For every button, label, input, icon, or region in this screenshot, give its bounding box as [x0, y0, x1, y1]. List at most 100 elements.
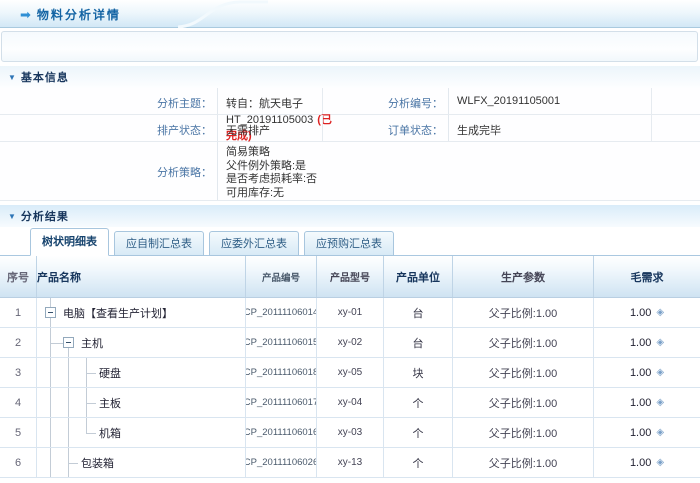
product-name: 硬盘 — [99, 365, 121, 381]
tree-connector-line — [51, 343, 63, 344]
product-code: CP_20111106014 — [246, 298, 317, 327]
column-header: 序号 — [0, 256, 37, 297]
basic-section-header[interactable]: ▼ 基本信息 — [0, 66, 700, 88]
production-param: 父子比例:1.00 — [453, 328, 594, 357]
titlebar-curve-decoration — [178, 0, 268, 28]
product-unit: 个 — [384, 418, 453, 447]
gross-demand-cell: 1.00 ◈ — [594, 298, 700, 327]
collapse-icon[interactable]: ▼ — [8, 212, 16, 221]
column-header: 产品编号 — [246, 256, 317, 297]
demand-detail-icon[interactable]: ◈ — [656, 457, 664, 468]
table-row: 1电脑【查看生产计划】CP_20111106014xy-01台父子比例:1.00… — [0, 298, 700, 328]
row-seq: 5 — [0, 418, 37, 447]
row-seq: 1 — [0, 298, 37, 327]
tree-guide-line — [50, 358, 51, 387]
form-row-subject: 分析主题： 转自：航天电子HT_20191105003(已完成) 分析编号： W… — [0, 88, 700, 115]
table-row: 4 主板 CP_20111106017xy-04个父子比例:1.00 1.00 ◈ — [0, 388, 700, 418]
row-seq: 4 — [0, 388, 37, 417]
analysis-no-value: WLFX_20191105001 — [449, 88, 652, 114]
form-row-strategy: 分析策略： 简易策略 父件例外策略:是 是否考虑损耗率:否 可用库存:无 — [0, 142, 700, 201]
collapse-icon[interactable]: ▼ — [8, 73, 16, 82]
tree-guide-line — [68, 388, 69, 417]
results-section-header[interactable]: ▼ 分析结果 — [0, 205, 700, 227]
tree-guide-line — [50, 388, 51, 417]
order-status-value: 生成完毕 — [449, 115, 652, 141]
basic-section-title: 基本信息 — [21, 69, 69, 85]
tree-expand-toggle[interactable] — [45, 307, 56, 318]
column-header: 毛需求 — [594, 256, 700, 297]
tree-guide-line — [68, 358, 69, 387]
column-header: 产品型号 — [317, 256, 384, 297]
form-row-status: 排产状态： 无需排产 订单状态： 生成完毕 — [0, 115, 700, 142]
tab-self-make-summary[interactable]: 应自制汇总表 — [114, 231, 204, 256]
tab-outsource-summary[interactable]: 应委外汇总表 — [209, 231, 299, 256]
demand-detail-icon[interactable]: ◈ — [656, 307, 664, 318]
product-name-cell: 包装箱 — [37, 448, 246, 477]
product-model: xy-05 — [317, 358, 384, 387]
tab-tree-detail[interactable]: 树状明细表 — [30, 228, 109, 256]
column-header: 产品名称 — [37, 256, 246, 297]
product-unit: 个 — [384, 388, 453, 417]
production-param: 父子比例:1.00 — [453, 418, 594, 447]
tab-prepurchase-summary[interactable]: 应预购汇总表 — [304, 231, 394, 256]
product-name-cell: 主机 — [37, 328, 246, 357]
production-param: 父子比例:1.00 — [453, 358, 594, 387]
analysis-results-section: ▼ 分析结果 树状明细表应自制汇总表应委外汇总表应预购汇总表 序号产品名称产品编… — [0, 205, 700, 478]
product-unit: 台 — [384, 298, 453, 327]
table-row: 2主机CP_20111106015xy-02台父子比例:1.001.00◈ — [0, 328, 700, 358]
product-name: 主板 — [99, 395, 121, 411]
subject-label: 分析主题： — [0, 88, 218, 114]
results-tabs: 树状明细表应自制汇总表应委外汇总表应预购汇总表 — [0, 227, 700, 256]
tree-connector-line — [86, 373, 96, 374]
gross-demand-value: 1.00 — [630, 397, 651, 409]
product-name-cell: 主板 — [37, 388, 246, 417]
column-header: 生产参数 — [453, 256, 594, 297]
gross-demand-cell: 1.00 ◈ — [594, 448, 700, 477]
gross-demand-value: 1.00 — [630, 337, 651, 349]
row-seq: 2 — [0, 328, 37, 357]
demand-detail-icon[interactable]: ◈ — [656, 397, 664, 408]
tree-connector-line — [86, 403, 96, 404]
column-header: 产品单位 — [384, 256, 453, 297]
tree-guide-line — [50, 418, 51, 447]
demand-detail-icon[interactable]: ◈ — [656, 337, 664, 348]
tree-expand-toggle[interactable] — [63, 337, 74, 348]
gross-demand-value: 1.00 — [630, 457, 651, 469]
product-name: 包装箱 — [81, 455, 114, 471]
gross-demand-cell: 1.00◈ — [594, 358, 700, 387]
product-model: xy-13 — [317, 448, 384, 477]
title-arrow-icon: ➡ — [20, 8, 31, 22]
tree-guide-line — [68, 418, 69, 447]
tree-connector-line — [86, 418, 87, 433]
demand-detail-icon[interactable]: ◈ — [656, 367, 664, 378]
product-code: CP_20111106026 — [246, 448, 317, 477]
product-code: CP_20111106018 — [246, 358, 317, 387]
strategy-label: 分析策略： — [0, 142, 218, 200]
product-name[interactable]: 电脑【查看生产计划】 — [63, 305, 173, 321]
product-code: CP_20111106017 — [246, 388, 317, 417]
product-unit: 台 — [384, 328, 453, 357]
gross-demand-value: 1.00 — [630, 427, 651, 439]
product-model: xy-03 — [317, 418, 384, 447]
product-model: xy-04 — [317, 388, 384, 417]
product-unit: 个 — [384, 448, 453, 477]
demand-detail-icon[interactable]: ◈ — [656, 427, 664, 438]
production-param: 父子比例:1.00 — [453, 448, 594, 477]
toolbar — [1, 31, 698, 62]
schedule-status-label: 排产状态： — [0, 115, 218, 141]
production-param: 父子比例:1.00 — [453, 298, 594, 327]
tree-connector-line — [86, 433, 96, 434]
product-name: 主机 — [81, 335, 103, 351]
tree-connector-line — [68, 463, 78, 464]
titlebar: ➡ 物料分析详情 — [0, 0, 700, 28]
table-row: 5机箱CP_20111106016xy-03个父子比例:1.001.00◈ — [0, 418, 700, 448]
row-seq: 3 — [0, 358, 37, 387]
tree-guide-line — [50, 448, 51, 477]
results-section-title: 分析结果 — [21, 208, 69, 224]
strategy-value: 简易策略 父件例外策略:是 是否考虑损耗率:否 可用库存:无 — [218, 142, 700, 200]
production-param: 父子比例:1.00 — [453, 388, 594, 417]
tree-table-body: 1电脑【查看生产计划】CP_20111106014xy-01台父子比例:1.00… — [0, 298, 700, 478]
product-name-cell: 机箱 — [37, 418, 246, 447]
gross-demand-cell: 1.00 ◈ — [594, 388, 700, 417]
gross-demand-value: 1.00 — [630, 307, 651, 319]
